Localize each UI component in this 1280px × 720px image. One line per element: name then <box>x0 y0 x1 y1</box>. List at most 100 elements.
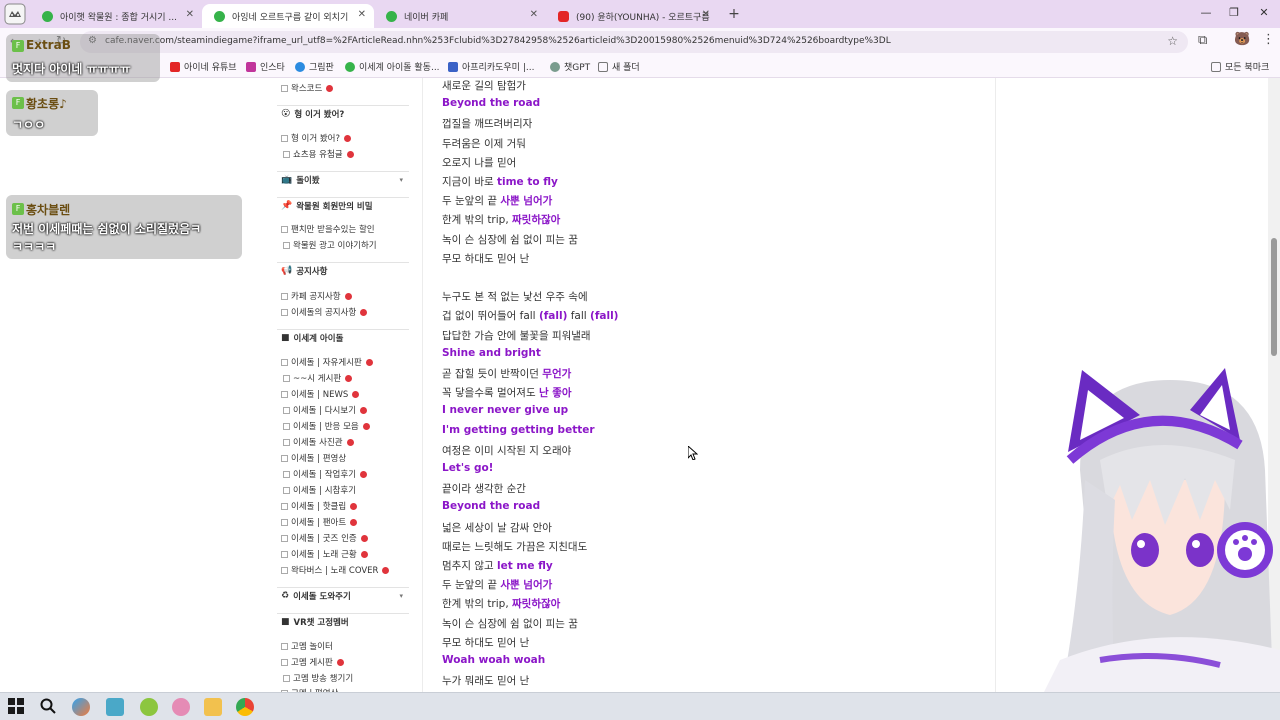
tab-bar: 아이햇 왁물원 : 종합 거시기 ... ✕ 아잉네 오르트구름 같이 외치기 ✕ … <box>0 0 1280 28</box>
bookmark-4[interactable]: 이세계 아이돌 활동... <box>345 60 440 73</box>
board-icon <box>281 502 288 510</box>
extensions-icon[interactable]: ⧉ <box>1198 33 1207 48</box>
app-icon[interactable] <box>172 698 190 716</box>
lyric-line: 두려움은 이제 거둬 <box>442 136 526 151</box>
tab-3[interactable]: 네이버 카페 ✕ <box>374 4 546 28</box>
sidebar-item-label: 이세돌 | 시참후기 <box>293 486 357 496</box>
tab-4[interactable]: (90) 윤하(YOUNHA) - 오르트구름 ✕ <box>546 4 718 28</box>
bookmark-2[interactable]: 인스타 <box>246 60 285 73</box>
lyric-highlight: 사뿐 넘어가 <box>500 579 553 592</box>
bookmark-3[interactable]: 그림판 <box>295 60 334 73</box>
bookmark-5[interactable]: 아프리카도우미 |... <box>448 60 534 73</box>
sidebar-item[interactable]: 형 이거 봤어? <box>281 132 352 144</box>
sidebar-group-label: 공지사항 <box>296 267 328 277</box>
lyric-line: 넓은 세상이 날 감싸 안아 <box>442 520 552 535</box>
sidebar-group-header[interactable]: ■ 이세계 아이돌 <box>281 332 343 344</box>
address-input[interactable]: ⚙ cafe.naver.com/steamindiegame?iframe_u… <box>80 31 1188 53</box>
sidebar-item[interactable]: 이세돌의 공지사항 <box>281 306 368 318</box>
lyric-line: 오로지 나를 믿어 <box>442 155 516 170</box>
chevron-down-icon[interactable]: ▾ <box>399 592 403 600</box>
sidebar-item[interactable]: ~~시 게시판 <box>283 372 353 384</box>
sidebar-item[interactable]: 이세돌 | 다시보기 <box>283 404 368 416</box>
lyric-line: 한계 밖의 trip, 짜릿하잖아 <box>442 212 560 227</box>
lyric-highlight: Shine and bright <box>442 346 541 359</box>
lyric-line: 여정은 이미 시작된 지 오래야 <box>442 443 571 458</box>
bookmark-folder[interactable]: 새 폴더 <box>598 60 640 73</box>
extension-avatar-icon[interactable]: 🐻 <box>1234 32 1250 47</box>
search-icon[interactable] <box>40 698 58 716</box>
close-window-icon[interactable]: ✕ <box>1254 6 1274 19</box>
sidebar-item[interactable]: 쇼츠용 유첨글 <box>283 148 354 160</box>
lyric-line: Beyond the road <box>442 97 540 109</box>
close-icon[interactable]: ✕ <box>186 9 194 20</box>
sidebar-item[interactable]: 이세돌 | 반응 모음 <box>283 420 370 432</box>
lyric-highlight: Woah woah woah <box>442 654 546 666</box>
lyric-text: 두려움은 이제 거둬 <box>442 137 526 150</box>
lyric-text: 두 눈앞의 끝 <box>442 579 501 592</box>
group-icon: 📌 <box>281 201 293 211</box>
new-badge-icon <box>346 150 354 158</box>
sidebar-item[interactable]: 이세돌 | 굿즈 인증 <box>281 532 368 544</box>
chat-username: ExtraB <box>26 38 71 52</box>
sidebar-item[interactable]: 팬치만 받을수있는 할인 <box>281 223 375 235</box>
tab-1[interactable]: 아이햇 왁물원 : 종합 거시기 ... ✕ <box>30 4 202 28</box>
menu-icon[interactable]: ⋮ <box>1262 32 1275 47</box>
sidebar-item[interactable]: 이세돌 | 핫클립 <box>281 500 358 512</box>
file-explorer-icon[interactable] <box>204 698 222 716</box>
sidebar-group-header[interactable]: ♻ 이세돌 도와주기 <box>281 590 351 602</box>
bookmark-1[interactable]: 아이네 유튜브 <box>170 60 237 73</box>
sidebar-group-header[interactable]: 📌 왁물원 회원만의 비밀 <box>281 200 373 212</box>
copilot-icon[interactable] <box>72 698 90 716</box>
all-bookmarks[interactable]: 모든 북마크 <box>1211 60 1269 73</box>
windows-start-icon[interactable] <box>8 698 26 716</box>
sidebar-item[interactable]: 이세돌 | NEWS <box>281 388 360 400</box>
sidebar-item[interactable]: 왁스코드 <box>281 82 334 94</box>
sidebar-item[interactable]: 이세돌 | 자유게시판 <box>281 356 373 368</box>
sidebar-item-label: 이세돌 | 편영상 <box>291 454 347 464</box>
close-icon[interactable]: ✕ <box>530 9 538 20</box>
sidebar-group-header[interactable]: 📺 돌이봤 <box>281 174 320 186</box>
sidebar-item[interactable]: 고멤 게시판 <box>281 656 344 668</box>
scrollbar-thumb[interactable] <box>1271 238 1277 356</box>
sidebar-item[interactable]: 고멤 놀이터 <box>281 640 333 652</box>
lyric-text: 누가 뭐래도 믿어 난 <box>442 675 530 688</box>
lyric-highlight: (fall) <box>538 310 568 323</box>
close-icon[interactable]: ✕ <box>358 9 366 20</box>
chrome-icon[interactable] <box>236 698 254 716</box>
new-badge-icon <box>336 658 344 666</box>
sidebar-item[interactable]: 카페 공지사항 <box>281 290 352 302</box>
sidebar-item[interactable]: 고멤 방송 챙기기 <box>283 672 353 684</box>
lyric-text: 누구도 본 적 없는 낯선 우주 속에 <box>442 291 588 304</box>
tab-2[interactable]: 아잉네 오르트구름 같이 외치기 ✕ <box>202 4 374 28</box>
close-icon[interactable]: ✕ <box>702 9 710 20</box>
profile-avatar-icon[interactable] <box>0 0 30 28</box>
sidebar-group-header[interactable]: ■ VR챗 고정멤버 <box>281 616 349 628</box>
group-icon: ■ <box>281 333 290 343</box>
chat-message-3: F 홍차블렌 저번 이세페때는 쉼없이 소리질렀음ㅋ ㅋㅋㅋㅋ <box>6 195 242 259</box>
sidebar-separator <box>277 171 409 172</box>
sidebar-group-header[interactable]: 📢 공지사항 <box>281 265 328 277</box>
lyric-highlight: let me fly <box>496 560 553 572</box>
bookmark-star-icon[interactable]: ☆ <box>1167 34 1178 48</box>
chevron-down-icon[interactable]: ▾ <box>399 176 403 184</box>
paint-icon <box>295 61 305 72</box>
bookmarks-bar: 아이네 유튜브 인스타 그림판 이세계 아이돌 활동... 아프리카도우미 |.… <box>0 56 1280 78</box>
cafe-favicon-icon <box>214 11 225 22</box>
sidebar-item[interactable]: 왁타버스 | 노래 COVER <box>281 564 390 576</box>
minimize-icon[interactable]: — <box>1196 6 1216 19</box>
bookmark-6[interactable]: 챗GPT <box>550 60 590 73</box>
restore-icon[interactable]: ❐ <box>1224 6 1244 19</box>
sidebar-item[interactable]: 이세돌 | 편영상 <box>281 452 346 464</box>
sidebar-item[interactable]: 이세돌 | 시참후기 <box>283 484 356 496</box>
app-icon[interactable] <box>140 698 158 716</box>
sidebar-item[interactable]: 이세돌 | 노래 근황 <box>281 548 368 560</box>
sidebar-item[interactable]: 이세돌 사진관 <box>283 436 354 448</box>
new-tab-button[interactable]: + <box>722 6 746 22</box>
sidebar-item[interactable]: 이세돌 | 팬아트 <box>281 516 358 528</box>
sidebar-group-header[interactable]: 😮 형 이거 봤어? <box>281 108 344 120</box>
app-icon[interactable] <box>106 698 124 716</box>
sidebar-item[interactable]: 이세돌 | 작업후기 <box>283 468 368 480</box>
sidebar-item[interactable]: 왁물원 광고 이야기하기 <box>283 239 377 251</box>
cafe-sidebar-menu: 왁스코드 😮 형 이거 봤어? 형 이거 봤어? 쇼츠용 유첨글 📺 돌이봤 ▾ 📌 왁물원 회원… <box>275 78 411 692</box>
instagram-icon <box>246 61 256 72</box>
